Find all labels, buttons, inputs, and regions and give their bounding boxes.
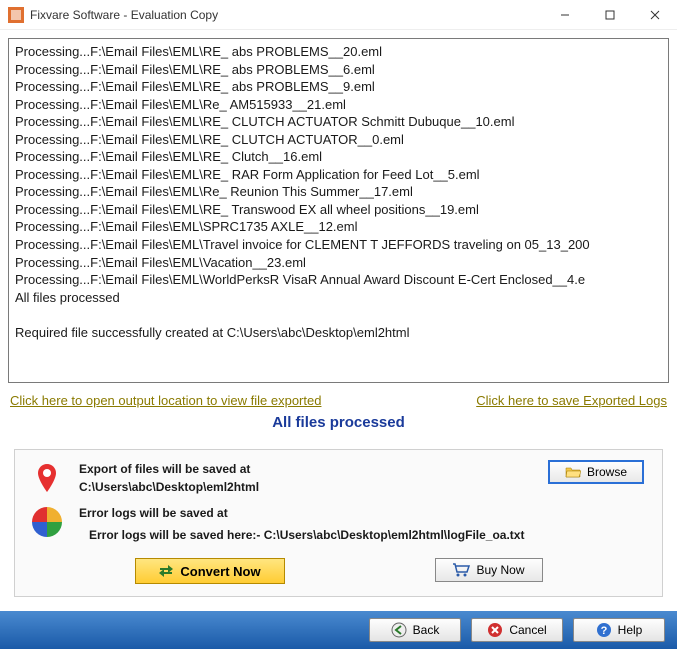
export-label: Export of files will be saved at <box>79 460 548 478</box>
export-path: C:\Users\abc\Desktop\eml2html <box>79 478 548 496</box>
location-pin-icon <box>31 462 63 494</box>
back-button[interactable]: Back <box>369 618 461 642</box>
close-button[interactable] <box>632 0 677 29</box>
back-label: Back <box>413 623 440 637</box>
processing-log[interactable]: Processing...F:\Email Files\EML\RE_ abs … <box>8 38 669 383</box>
cancel-icon <box>487 622 503 638</box>
back-arrow-icon <box>391 622 407 638</box>
app-icon <box>8 7 24 23</box>
svg-text:?: ? <box>600 625 607 637</box>
help-icon: ? <box>596 622 612 638</box>
help-label: Help <box>618 623 643 637</box>
cancel-button[interactable]: Cancel <box>471 618 563 642</box>
minimize-button[interactable] <box>542 0 587 29</box>
browse-button[interactable]: Browse <box>548 460 644 484</box>
convert-label: Convert Now <box>180 564 260 579</box>
folder-icon <box>565 465 581 479</box>
error-label: Error logs will be saved at <box>79 504 652 522</box>
titlebar: Fixvare Software - Evaluation Copy <box>0 0 677 30</box>
buy-now-button[interactable]: Buy Now <box>435 558 543 582</box>
maximize-button[interactable] <box>587 0 632 29</box>
convert-icon <box>158 563 174 579</box>
error-path: Error logs will be saved here:- C:\Users… <box>89 526 652 544</box>
window-title: Fixvare Software - Evaluation Copy <box>30 8 542 22</box>
paths-panel: Export of files will be saved at C:\User… <box>14 449 663 597</box>
status-text: All files processed <box>8 414 669 431</box>
footer-bar: Back Cancel ? Help <box>0 611 677 649</box>
buy-label: Buy Now <box>476 563 524 577</box>
open-output-link[interactable]: Click here to open output location to vi… <box>10 393 321 408</box>
cancel-label: Cancel <box>509 623 546 637</box>
save-logs-link[interactable]: Click here to save Exported Logs <box>476 393 667 408</box>
convert-now-button[interactable]: Convert Now <box>135 558 285 584</box>
help-button[interactable]: ? Help <box>573 618 665 642</box>
cart-icon <box>452 563 470 577</box>
browse-label: Browse <box>587 465 627 479</box>
pie-chart-icon <box>31 506 63 538</box>
